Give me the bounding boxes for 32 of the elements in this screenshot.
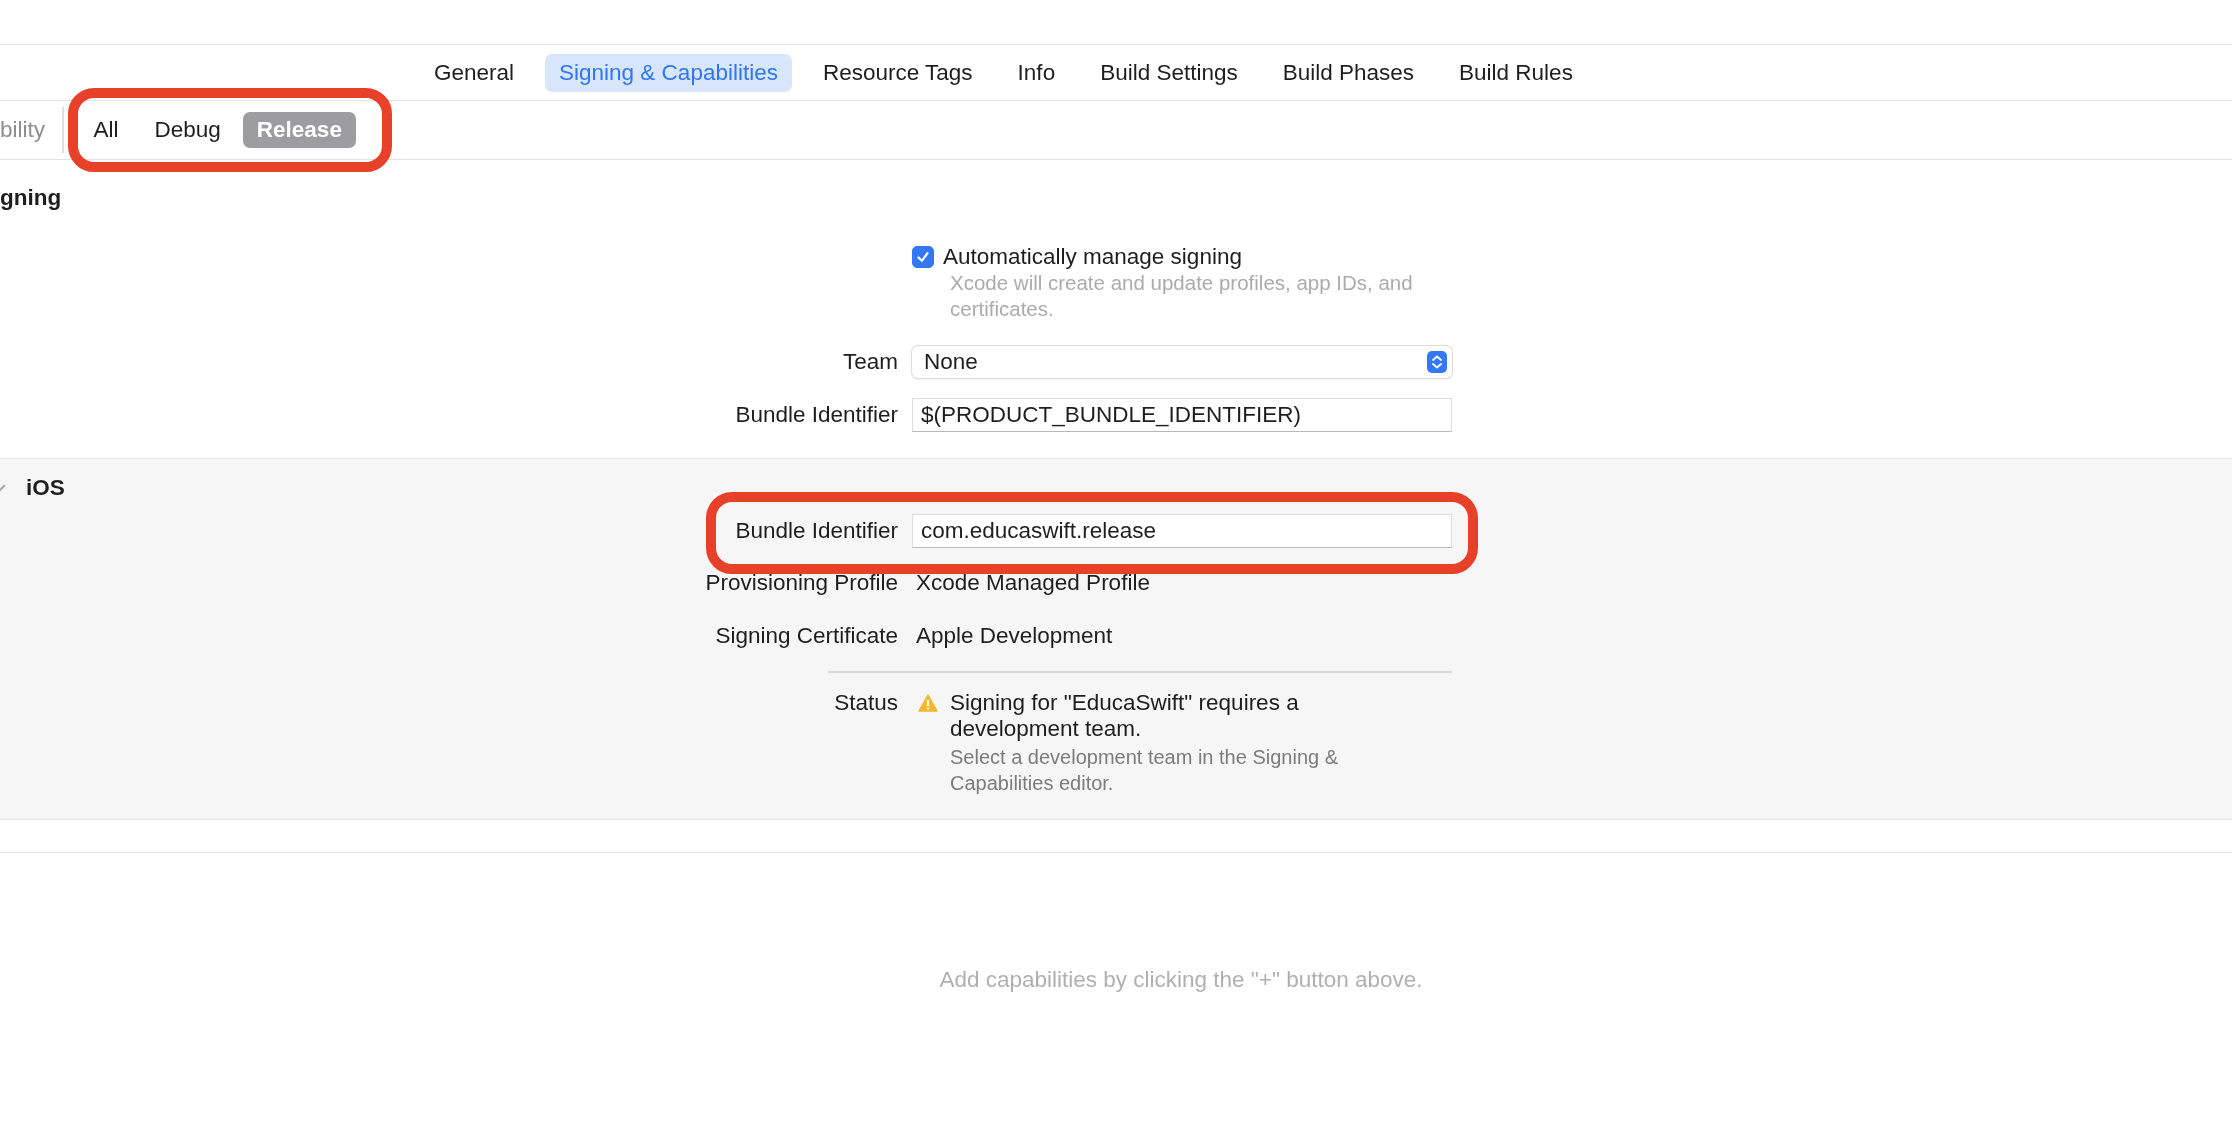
filter-label: bility <box>0 117 46 143</box>
field-value: Xcode Managed Profile <box>915 569 1151 597</box>
field-label: Signing Certificate <box>714 623 898 649</box>
configuration-tab[interactable]: Debug <box>140 112 235 148</box>
checkbox-label: Automatically manage signing <box>943 244 1242 270</box>
checkmark-icon <box>915 249 931 265</box>
editor-tab[interactable]: General <box>420 53 529 92</box>
popup-arrows-icon <box>1427 351 1447 373</box>
field-value: Apple Development <box>915 622 1114 650</box>
bundle-identifier-field[interactable]: $(PRODUCT_BUNDLE_IDENTIFIER) <box>912 398 1452 432</box>
section-title: gning <box>0 184 63 210</box>
checkbox[interactable] <box>912 246 934 268</box>
editor-tab[interactable]: Info <box>1003 53 1070 92</box>
bundle-identifier-field[interactable]: com.educaswift.release <box>912 514 1452 548</box>
configuration-tab[interactable]: All <box>79 112 133 148</box>
editor-tab[interactable]: Build Settings <box>1086 53 1252 92</box>
field-label: Provisioning Profile <box>704 570 898 596</box>
team-popup[interactable]: None <box>912 346 1452 378</box>
editor-tab[interactable]: Resource Tags <box>808 53 987 92</box>
capabilities-hint: Add capabilities by clicking the "+" button above. <box>938 967 1424 993</box>
field-label: Bundle Identifier <box>734 518 898 544</box>
status-detail: Select a development team in the Signing & Capabilities editor. <box>950 744 1340 796</box>
field-label: Bundle Identifier <box>734 402 898 428</box>
editor-tab[interactable]: Build Rules <box>1445 53 1587 92</box>
checkbox-description: Xcode will create and update profiles, app IDs, and certificates. <box>949 270 1414 322</box>
section-title: iOS <box>26 475 65 501</box>
field-label: Status <box>833 689 898 716</box>
editor-tab[interactable]: Build Phases <box>1268 53 1429 92</box>
status-message: Signing for "EducaSwift" requires a development team. <box>950 689 1300 742</box>
chevron-icon <box>0 483 8 493</box>
field-label: Team <box>841 349 898 375</box>
warning-icon <box>918 693 938 712</box>
